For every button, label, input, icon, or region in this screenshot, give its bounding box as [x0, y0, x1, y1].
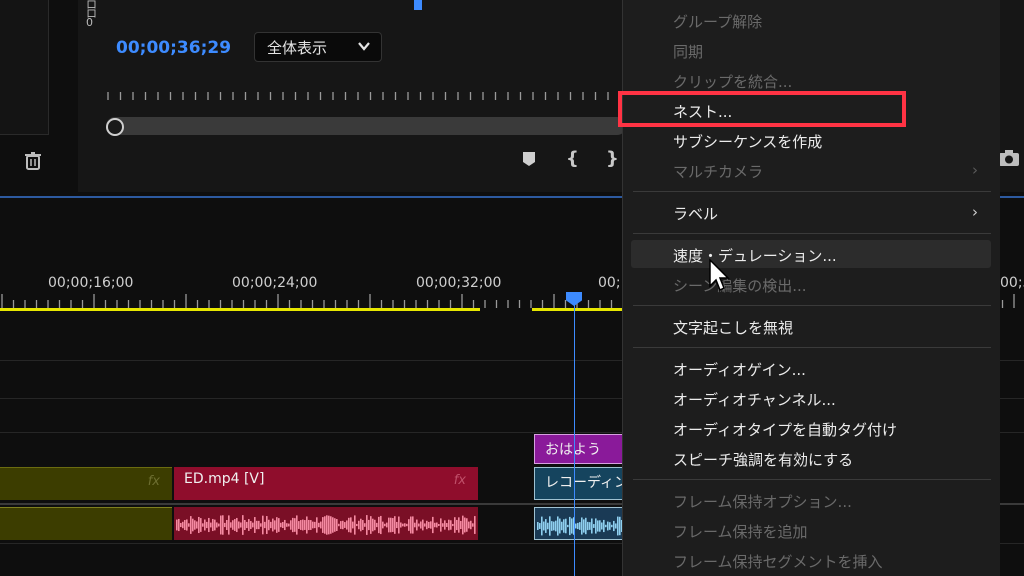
audio-waveform — [176, 515, 476, 535]
menu-item-merge-clips[interactable]: クリップを統合... — [673, 71, 792, 92]
trash-icon[interactable] — [22, 150, 44, 172]
clip-label: ED.mp4 [V] — [184, 471, 265, 487]
scrollbar-handle[interactable] — [106, 118, 124, 136]
menu-separator — [633, 191, 991, 192]
menu-item-audio-channels[interactable]: オーディオチャンネル... — [673, 389, 836, 410]
timeline-timestamp: 00;00;32;00 — [416, 275, 502, 291]
menu-item-sync[interactable]: 同期 — [673, 41, 703, 62]
project-panel — [0, 0, 49, 135]
fx-badge: fx — [147, 474, 160, 489]
context-menu: グループ解除 同期 クリップを統合... ネスト... サブシーケンスを作成 マ… — [622, 0, 1000, 576]
menu-item-frame-hold-options[interactable]: フレーム保持オプション... — [673, 491, 852, 512]
monitor-time-ruler[interactable] — [106, 82, 646, 100]
menu-item-audio-gain[interactable]: オーディオゲイン... — [673, 359, 806, 380]
work-area-bar[interactable] — [0, 308, 480, 311]
menu-item-ignore-transcription[interactable]: 文字起こしを無視 — [673, 317, 793, 338]
audio-waveform — [537, 516, 623, 536]
menu-item-insert-frame-hold-segment[interactable]: フレーム保持セグメントを挿入 — [673, 551, 883, 572]
playhead-line[interactable] — [574, 300, 575, 576]
mark-out-icon[interactable]: } — [606, 148, 619, 169]
timeline-timestamp: 00;00;16;00 — [48, 275, 134, 291]
mouse-cursor-icon — [708, 258, 732, 296]
submenu-arrow-icon: › — [972, 161, 978, 179]
monitor-playhead-marker — [414, 0, 422, 10]
add-marker-icon[interactable] — [520, 150, 538, 168]
clip-label: レコーディン — [545, 475, 624, 491]
timeline-clip-ohayo[interactable]: おはよう — [534, 434, 624, 464]
chevron-down-icon — [357, 39, 371, 57]
menu-item-label[interactable]: ラベル — [673, 203, 718, 224]
mark-in-icon[interactable]: { — [566, 148, 579, 169]
timeline-clip-ed-video[interactable]: ED.mp4 [V] fx — [174, 467, 478, 500]
timeline-clip-video[interactable]: fx — [0, 467, 172, 500]
clip-label: おはよう — [545, 442, 601, 458]
timeline-clip-recording[interactable]: レコーディン — [534, 467, 624, 500]
zoom-level-label: 全体表示 — [267, 38, 328, 57]
submenu-arrow-icon: › — [972, 203, 978, 221]
timeline-clip-ed-audio[interactable] — [174, 507, 478, 540]
menu-item-add-frame-hold[interactable]: フレーム保持を追加 — [673, 521, 808, 542]
panel-glyph: ロ ロ 0 — [86, 0, 97, 29]
menu-item-multicam[interactable]: マルチカメラ — [673, 161, 763, 182]
work-area-bar[interactable] — [532, 308, 632, 311]
menu-separator — [633, 479, 991, 480]
fx-badge: fx — [453, 473, 466, 488]
timeline-timestamp: 00;5 — [1000, 275, 1024, 291]
menu-item-auto-tag-audio-type[interactable]: オーディオタイプを自動タグ付け — [673, 419, 897, 440]
menu-separator — [633, 347, 991, 348]
timecode-display[interactable]: 00;00;36;29 — [116, 38, 231, 58]
annotation-highlight-box — [618, 91, 906, 127]
menu-separator — [633, 305, 991, 306]
menu-item-enable-speech-enhance[interactable]: スピーチ強調を有効にする — [673, 449, 853, 470]
menu-item-scene-edit-detection[interactable]: シーン編集の検出... — [673, 275, 807, 296]
menu-item-make-subsequence[interactable]: サブシーケンスを作成 — [673, 131, 822, 152]
timeline-timestamp: 00; — [598, 275, 621, 291]
menu-item-ungroup[interactable]: グループ解除 — [673, 11, 762, 32]
zoom-level-dropdown[interactable]: 全体表示 — [254, 32, 382, 62]
timeline-clip-audio[interactable] — [0, 507, 172, 540]
timeline-timestamp: 00;00;24;00 — [232, 275, 318, 291]
menu-separator — [633, 233, 991, 234]
timeline-clip-recording-audio[interactable] — [534, 507, 624, 540]
menu-item-speed-duration[interactable]: 速度・デュレーション... — [673, 245, 837, 266]
monitor-zoom-scrollbar[interactable] — [106, 117, 626, 135]
